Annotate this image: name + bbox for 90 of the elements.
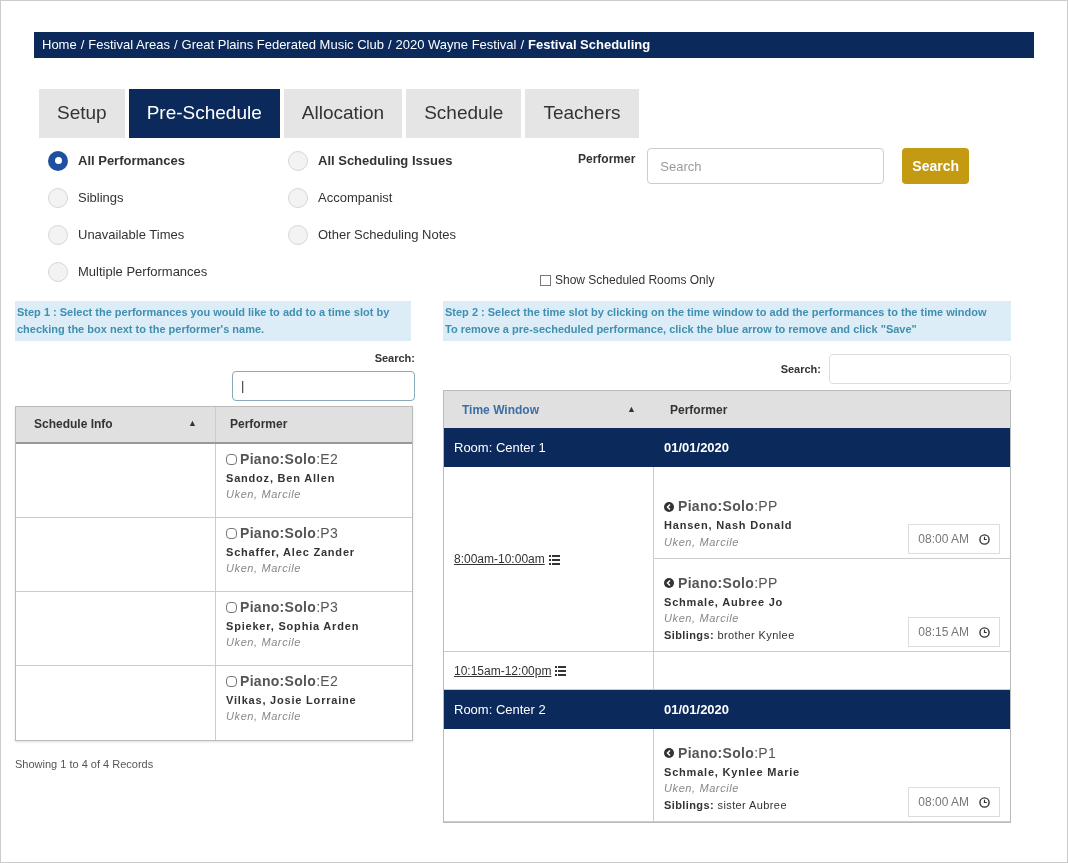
back-arrow-icon[interactable] [664, 578, 674, 588]
room-name: Room: Center 2 [453, 700, 547, 719]
breadcrumb-separator: / [80, 36, 85, 55]
performance-title: Piano:Solo:P3 [240, 523, 339, 543]
search-label: Search: [780, 361, 821, 377]
radio-label: Accompanist [318, 188, 393, 207]
back-arrow-icon[interactable] [664, 501, 674, 512]
radio-label: Other Scheduling Notes [318, 225, 457, 244]
time-field[interactable]: 08:15 AM [908, 617, 1000, 647]
breadcrumb-link[interactable]: Great Plains Federated Music Club [181, 35, 384, 55]
performer-name: Schaffer, Alec Zander [226, 544, 355, 560]
tab[interactable]: Schedule [406, 89, 522, 138]
table-search-field[interactable] [829, 354, 1011, 384]
breadcrumb-separator: / [520, 36, 525, 55]
radio-button[interactable] [48, 150, 68, 171]
search-label: Search: [374, 351, 415, 366]
radio-button[interactable] [48, 224, 68, 245]
room-name: Room: Center 1 [453, 438, 547, 457]
breadcrumb-current: Festival Scheduling [528, 36, 651, 55]
performer-name: Schmale, Aubree Jo [664, 594, 785, 610]
tab[interactable]: Setup [39, 89, 125, 138]
back-arrow-icon[interactable] [664, 748, 674, 758]
teacher-name: Uken, Marcile [226, 709, 303, 724]
radio-button[interactable] [288, 187, 308, 208]
radio-label: Multiple Performances [78, 262, 208, 281]
table-search-field[interactable]: | [232, 370, 415, 401]
time-field[interactable]: 08:00 AM [908, 524, 1000, 554]
performer-name: Hansen, Nash Donald [664, 518, 793, 533]
teacher-name: Uken, Marcile [226, 487, 303, 502]
time-field[interactable]: 08:00 AM [908, 787, 1000, 817]
clock-icon [979, 626, 990, 638]
performance-title: Piano:Solo:P1 [678, 743, 777, 763]
checkbox[interactable] [226, 601, 237, 613]
breadcrumb-separator: / [173, 36, 178, 55]
performance-title: Piano:Solo:PP [678, 573, 778, 593]
radio-label: Unavailable Times [78, 225, 185, 244]
performance-title: Piano:Solo:PP [678, 497, 778, 516]
column-header[interactable]: Performer [230, 417, 288, 431]
checkbox-label: Show Scheduled Rooms Only [555, 272, 715, 289]
instruction-text: To remove a pre-secheduled performance, click the blue arrow to remove and click "Save" [445, 322, 918, 337]
instruction-box: Step 1 : Select the performances you would like to add to a time slot by checking the box next to the performer's name. [15, 301, 411, 341]
time-window-link[interactable]: 10:15am-12:00pm [454, 661, 567, 680]
performance-title: Piano:Solo:E2 [240, 449, 339, 469]
radio-button[interactable] [288, 224, 308, 245]
checkbox[interactable] [226, 527, 237, 539]
performer-name: Spieker, Sophia Arden [226, 618, 360, 634]
checkbox[interactable] [226, 453, 237, 465]
list-icon [548, 554, 560, 565]
tab[interactable]: Pre-Schedule [128, 89, 280, 138]
radio-button[interactable] [48, 187, 68, 208]
instruction-text: Step 2 : Select the time slot by clicking on the time window to add the performances to the time window [445, 305, 988, 320]
siblings-note: Siblings: brother Kynlee [664, 627, 795, 643]
radio-label: All Performances [78, 151, 185, 170]
teacher-name: Uken, Marcile [664, 611, 741, 626]
radio-label: Siblings [78, 188, 124, 207]
radio-button[interactable] [288, 150, 308, 171]
tab[interactable]: Teachers [525, 89, 639, 138]
performance-title: Piano:Solo:P3 [240, 597, 339, 617]
breadcrumb-separator: / [387, 36, 392, 55]
clock-icon [979, 533, 990, 545]
records-count: Showing 1 to 4 of 4 Records [15, 756, 155, 772]
column-header[interactable]: Schedule Info [34, 415, 113, 433]
sort-icon: ▲ [188, 417, 197, 431]
performer-name: Schmale, Kynlee Marie [664, 764, 801, 780]
tab[interactable]: Allocation [283, 89, 403, 138]
breadcrumb-link[interactable]: Home [42, 35, 77, 55]
teacher-name: Uken, Marcile [664, 534, 741, 550]
performer-name: Sandoz, Ben Allen [226, 470, 337, 486]
radio-button[interactable] [48, 261, 68, 282]
performance-title: Piano:Solo:E2 [240, 671, 339, 691]
column-header[interactable]: Time Window [462, 400, 539, 419]
siblings-note: Siblings: sister Aubree [664, 797, 788, 813]
radio-label: All Scheduling Issues [318, 151, 453, 170]
time-window-link[interactable]: 8:00am-10:00am [454, 550, 560, 568]
search-field[interactable]: Search [647, 148, 885, 184]
room-date: 01/01/2020 [663, 700, 731, 719]
teacher-name: Uken, Marcile [664, 781, 741, 796]
breadcrumb-link[interactable]: 2020 Wayne Festival [395, 35, 517, 55]
performer-name: Vilkas, Josie Lorraine [226, 692, 357, 708]
list-icon [555, 666, 567, 677]
checkbox[interactable] [226, 675, 237, 687]
teacher-name: Uken, Marcile [226, 561, 303, 576]
checkbox[interactable] [540, 274, 551, 286]
column-header[interactable]: Performer [670, 402, 728, 417]
breadcrumb-link[interactable]: Festival Areas [88, 35, 170, 55]
teacher-name: Uken, Marcile [226, 635, 303, 650]
sort-icon: ▲ [627, 402, 636, 417]
room-date: 01/01/2020 [663, 438, 731, 457]
clock-icon [979, 796, 990, 808]
performer-label: Performer [578, 151, 636, 168]
